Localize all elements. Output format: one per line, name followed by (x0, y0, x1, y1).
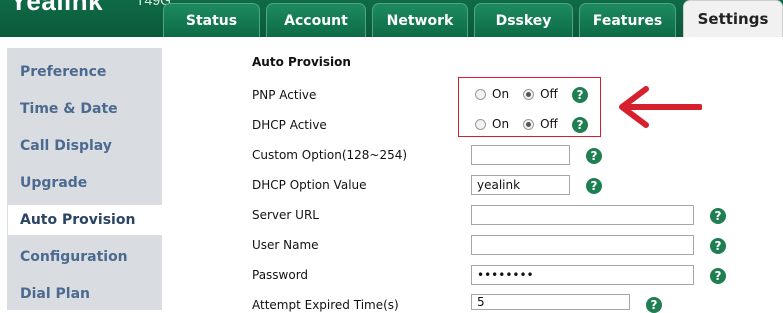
tab-account[interactable]: Account (266, 3, 366, 37)
server-url-input[interactable] (471, 205, 694, 225)
help-icon[interactable]: ? (710, 238, 726, 254)
tab-settings[interactable]: Settings (683, 0, 783, 37)
help-icon[interactable]: ? (710, 268, 726, 284)
user-name-label: User Name (252, 238, 319, 252)
dhcp-option-value-label: DHCP Option Value (252, 178, 367, 192)
attempt-expired-time-input[interactable]: 5 (471, 294, 630, 310)
sidebar-item-configuration[interactable]: Configuration (8, 242, 155, 272)
custom-option-label: Custom Option(128~254) (252, 148, 408, 162)
highlight-box (458, 77, 601, 137)
tab-status[interactable]: Status (163, 3, 260, 37)
top-header: Yealink T49G Status Account Network Dssk… (0, 0, 783, 37)
dhcp-active-label: DHCP Active (252, 118, 327, 132)
sidebar-item-dial-plan[interactable]: Dial Plan (8, 279, 155, 309)
server-url-label: Server URL (252, 208, 319, 222)
pnp-active-label: PNP Active (252, 88, 317, 102)
help-icon[interactable]: ? (710, 208, 726, 224)
section-title: Auto Provision (252, 55, 351, 69)
password-input[interactable]: •••••••• (471, 265, 694, 285)
help-icon[interactable]: ? (646, 297, 662, 313)
custom-option-input[interactable] (471, 145, 570, 165)
help-icon[interactable]: ? (586, 148, 602, 164)
tab-network[interactable]: Network (372, 3, 468, 37)
yealink-logo: Yealink (10, 0, 104, 16)
sidebar-item-call-display[interactable]: Call Display (8, 131, 155, 161)
sidebar-item-preference[interactable]: Preference (8, 57, 155, 87)
sidebar-item-upgrade[interactable]: Upgrade (8, 168, 155, 198)
sidebar-item-time-date[interactable]: Time & Date (8, 94, 155, 124)
help-icon[interactable]: ? (586, 178, 602, 194)
password-label: Password (252, 268, 309, 282)
user-name-input[interactable] (471, 235, 694, 255)
tab-dsskey[interactable]: Dsskey (474, 3, 573, 37)
red-arrow-icon (619, 86, 702, 128)
tab-features[interactable]: Features (579, 3, 676, 37)
dhcp-option-value-input[interactable]: yealink (471, 175, 570, 195)
sidebar-item-auto-provision[interactable]: Auto Provision (8, 205, 171, 235)
